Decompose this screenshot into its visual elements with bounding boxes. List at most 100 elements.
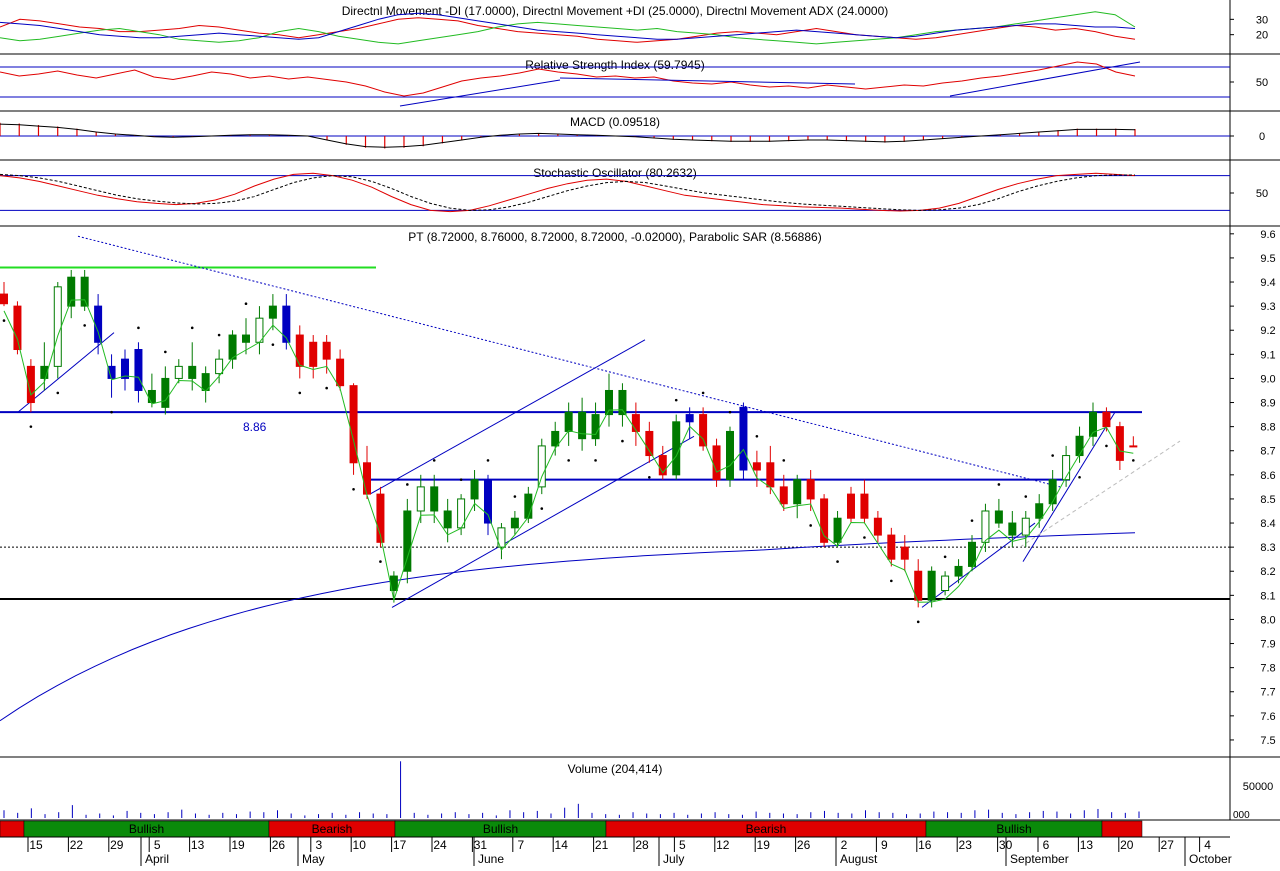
price-candle [0, 293, 8, 305]
downtrend-line [77, 235, 1061, 488]
sar-dot [836, 560, 839, 563]
x-day-label: 5 [154, 838, 161, 852]
trend-label: Bearish [312, 822, 353, 836]
x-day-label: 12 [716, 838, 730, 852]
price-tick-label: 9.0 [1260, 373, 1275, 385]
price-candle [524, 493, 533, 519]
price-candle [295, 334, 304, 367]
trendline [921, 522, 1036, 608]
x-day-label: 14 [555, 838, 569, 852]
price-candle [994, 510, 1003, 524]
price-candle [981, 510, 990, 543]
sar-dot [137, 326, 140, 330]
x-day-label: 20 [1120, 838, 1134, 852]
sar-dot [890, 579, 893, 583]
price-tick-label: 8.1 [1260, 590, 1275, 602]
price-title: PT (8.72000, 8.76000, 8.72000, 8.72000, … [408, 230, 821, 244]
price-candle [793, 479, 802, 505]
price-candle [779, 486, 788, 505]
price-tick-label: 9.4 [1260, 277, 1275, 289]
long-moving-average [0, 532, 1136, 722]
price-tick-label: 8.4 [1260, 518, 1275, 530]
price-candle [268, 305, 277, 319]
price-candle [67, 276, 76, 307]
sar-dot [271, 343, 275, 346]
price-candle [322, 341, 331, 360]
trendline [1022, 411, 1116, 562]
trend-segment [1101, 820, 1143, 838]
price-tick-label: 9.3 [1260, 301, 1275, 313]
sar-dot [674, 398, 678, 402]
price-candle [725, 430, 734, 481]
x-day-label: 13 [1080, 838, 1094, 852]
x-day-label: 9 [881, 838, 888, 852]
rsi-tick-label: 50 [1256, 77, 1268, 89]
price-candle [591, 414, 600, 440]
sar-dot [1132, 459, 1135, 462]
sar-dot [83, 324, 86, 327]
price-candle [954, 565, 963, 577]
macd-tick-label: 0 [1259, 131, 1265, 143]
price-candle [228, 334, 237, 360]
x-month-label: October [1189, 852, 1232, 866]
price-candle [833, 517, 842, 543]
sar-dot [970, 519, 974, 522]
sar-dot [755, 434, 759, 438]
price-candle [887, 534, 896, 560]
x-day-label: 4 [1204, 838, 1211, 852]
price-candle [551, 430, 560, 447]
price-tick-label: 7.7 [1260, 687, 1275, 699]
x-day-label: 16 [918, 838, 932, 852]
dmi-tick-label: 30 [1256, 14, 1268, 26]
x-day-label: 23 [959, 838, 973, 852]
dmi-tick-label: 20 [1256, 30, 1268, 42]
sar-dot [56, 391, 60, 395]
x-day-label: 6 [1043, 838, 1050, 852]
price-candle [900, 546, 909, 560]
price-candle [1075, 435, 1084, 457]
price-tick-label: 8.3 [1260, 542, 1275, 554]
price-candle [699, 414, 708, 447]
projection-line [1019, 440, 1181, 548]
trend-label: Bullish [996, 822, 1031, 836]
price-tick-label: 8.8 [1260, 422, 1275, 434]
sar-dot [621, 439, 624, 443]
trend-label: Bearish [746, 822, 787, 836]
x-day-label: 27 [1161, 838, 1175, 852]
price-candle [1021, 517, 1030, 536]
price-candle [927, 570, 936, 601]
price-candle [1102, 411, 1111, 428]
price-tick-label: 8.7 [1260, 446, 1275, 458]
x-month-label: April [145, 852, 169, 866]
x-day-label: 22 [70, 838, 84, 852]
price-tick-label: 7.9 [1260, 639, 1275, 651]
price-candle [1008, 522, 1017, 536]
price-candle [1129, 445, 1138, 448]
price-tick-label: 7.5 [1260, 735, 1275, 747]
price-candle [147, 389, 156, 404]
trend-segment [0, 820, 25, 838]
sar-dot [244, 302, 248, 306]
price-tick-label: 9.1 [1260, 349, 1275, 361]
price-candle [362, 462, 371, 495]
dmi-title: Directnl Movement -DI (17.0000), Directn… [342, 4, 889, 18]
sar-dot [1105, 444, 1108, 448]
price-candle [1035, 503, 1044, 519]
price-candle [564, 411, 573, 432]
sar-dot [432, 459, 436, 462]
x-day-label: 17 [393, 838, 407, 852]
volume-axis-stub: 000 [1233, 810, 1250, 821]
price-tick-label: 9.5 [1260, 253, 1275, 265]
sar-dot [997, 483, 1001, 486]
stochastic-title: Stochastic Oscillator (80.2632) [533, 166, 696, 180]
price-candle [645, 430, 654, 457]
sar-dot [486, 459, 490, 462]
macd-title: MACD (0.09518) [570, 115, 660, 129]
volume-tick-label: 50000 [1243, 781, 1274, 793]
sar-dot [190, 326, 194, 330]
price-tick-label: 9.2 [1260, 325, 1275, 337]
price-candle [80, 276, 89, 307]
x-day-label: 19 [757, 838, 771, 852]
price-candle [739, 406, 748, 471]
sar-dot [513, 495, 517, 498]
